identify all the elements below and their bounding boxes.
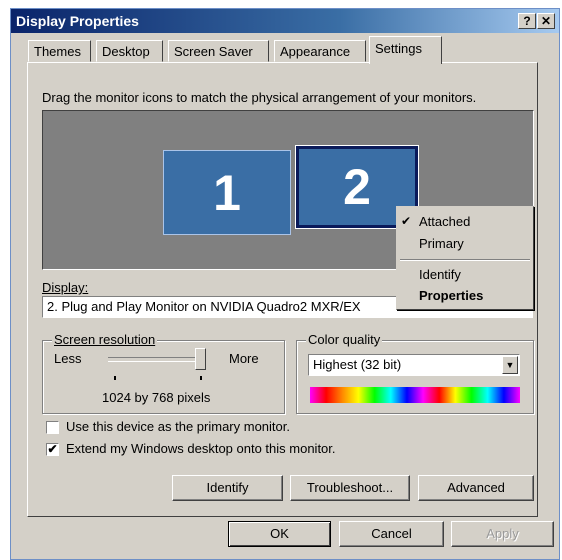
resolution-less-label: Less <box>54 351 82 366</box>
tab-themes[interactable]: Themes <box>28 40 91 62</box>
cancel-button[interactable]: Cancel <box>339 521 444 547</box>
help-button[interactable]: ? <box>518 13 536 29</box>
slider-tick <box>114 376 116 380</box>
tab-screen-saver[interactable]: Screen Saver <box>168 40 269 62</box>
check-icon: ✔ <box>401 214 412 228</box>
troubleshoot-button[interactable]: Troubleshoot... <box>290 475 410 501</box>
advanced-button[interactable]: Advanced <box>418 475 534 501</box>
title-bar[interactable]: Display Properties ? ✕ <box>11 9 559 33</box>
menu-item-attached[interactable]: Attached <box>419 214 470 229</box>
close-button[interactable]: ✕ <box>537 13 555 29</box>
primary-monitor-label: Use this device as the primary monitor. <box>66 419 290 434</box>
resolution-slider-track[interactable] <box>108 357 204 362</box>
menu-separator <box>400 259 530 261</box>
resolution-more-label: More <box>229 351 259 366</box>
menu-item-properties[interactable]: Properties <box>419 288 483 303</box>
resolution-slider-thumb[interactable] <box>195 348 206 370</box>
extend-desktop-checkbox[interactable]: ✔ <box>46 443 59 456</box>
menu-item-primary[interactable]: Primary <box>419 236 464 251</box>
extend-desktop-label: Extend my Windows desktop onto this moni… <box>66 441 336 456</box>
color-spectrum-bar <box>310 387 520 403</box>
identify-button[interactable]: Identify <box>172 475 283 501</box>
tab-appearance[interactable]: Appearance <box>274 40 366 62</box>
window-title: Display Properties <box>16 13 139 29</box>
menu-item-identify[interactable]: Identify <box>419 267 461 282</box>
slider-tick <box>200 376 202 380</box>
monitor-context-menu: ✔ Attached Primary Identify Properties <box>396 206 534 310</box>
display-value: 2. Plug and Play Monitor on NVIDIA Quadr… <box>47 299 361 314</box>
screen-resolution-legend: Screen resolution <box>52 332 158 347</box>
tab-settings[interactable]: Settings <box>369 36 442 64</box>
monitor-1-icon[interactable]: 1 <box>163 150 291 235</box>
apply-button[interactable]: Apply <box>451 521 554 547</box>
instructions-text: Drag the monitor icons to match the phys… <box>42 90 477 105</box>
color-quality-select[interactable]: Highest (32 bit) ▼ <box>308 354 520 376</box>
dropdown-arrow-icon[interactable]: ▼ <box>502 356 518 374</box>
ok-button[interactable]: OK <box>228 521 331 547</box>
display-label: Display: <box>42 280 89 295</box>
color-quality-legend: Color quality <box>306 332 383 347</box>
tab-desktop[interactable]: Desktop <box>96 40 163 62</box>
resolution-value: 1024 by 768 pixels <box>102 390 211 405</box>
color-quality-value: Highest (32 bit) <box>313 357 402 372</box>
primary-monitor-checkbox[interactable] <box>46 421 59 434</box>
